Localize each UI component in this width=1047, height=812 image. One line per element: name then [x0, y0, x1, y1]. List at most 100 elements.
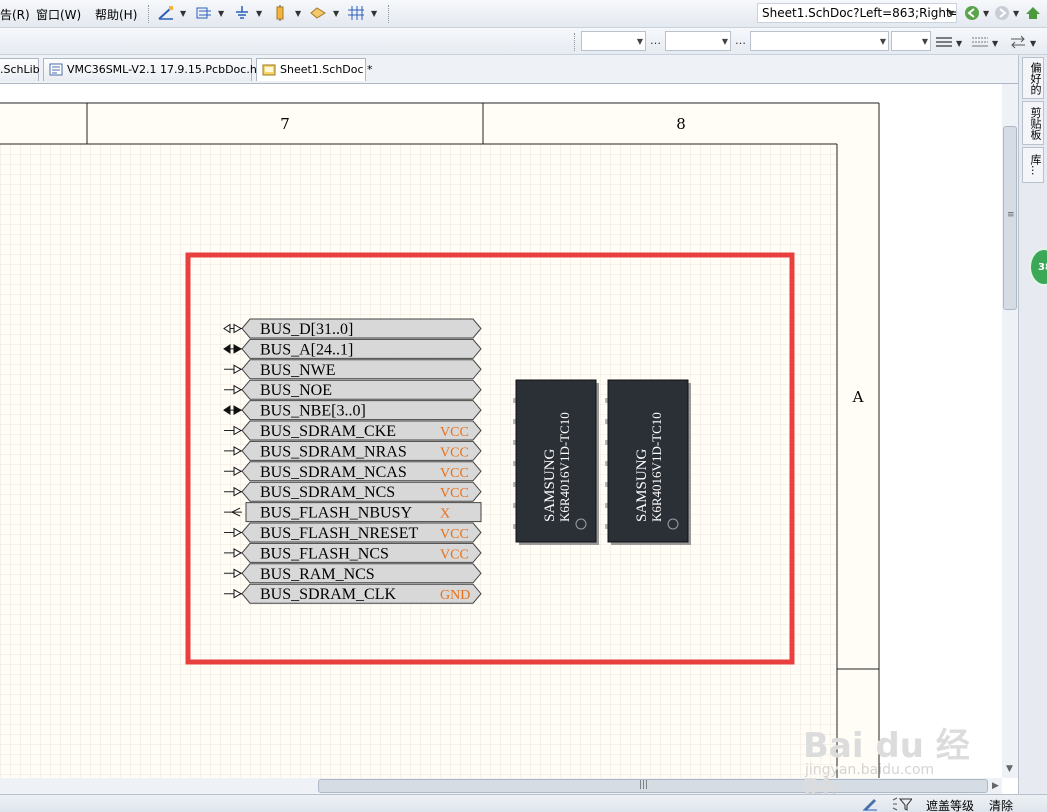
chevron-down-icon[interactable]: ▼: [180, 9, 186, 18]
bus-port-value: VCC: [440, 547, 469, 562]
font-combo[interactable]: ▼: [581, 31, 646, 51]
toolbar-separator: [574, 33, 575, 51]
scroll-grip-icon: |||: [639, 780, 649, 790]
menu-window[interactable]: 窗口(W): [36, 6, 81, 23]
chip-part-number: K6R4016V1D-TC10: [557, 412, 572, 522]
menu-help[interactable]: 帮助(H): [95, 6, 137, 23]
style-combo[interactable]: ▼: [750, 31, 889, 51]
edit-icon[interactable]: [860, 795, 880, 812]
menu-bar: 告(R) 窗口(W) 帮助(H) ▼ ▼ ▼ ▼ ▼ ▼ Sheet1.SchD…: [0, 0, 1047, 28]
side-tab-favorites[interactable]: 偏好的: [1022, 57, 1044, 99]
tab-sheet1-schdoc[interactable]: Sheet1.SchDoc *: [256, 58, 373, 81]
chip-maker: SAMSUNG: [542, 448, 558, 522]
chevron-down-icon[interactable]: ▼: [256, 9, 262, 18]
chevron-down-icon[interactable]: ▼: [333, 9, 339, 18]
bus-port-label: BUS_SDRAM_NRAS: [260, 443, 407, 460]
chip-part-number: K6R4016V1D-TC10: [649, 412, 664, 522]
bus-port[interactable]: BUS_SDRAM_NCAS VCC: [224, 461, 482, 482]
tab-label: VMC36SML-V2.1 17.9.15.PcbDoc.htm: [67, 63, 272, 76]
schematic-canvas[interactable]: 7 8 A BUS_D[31..0] BUS_A[24..1] BUS_NWE BUS…: [0, 84, 1018, 778]
back-icon[interactable]: [962, 4, 982, 22]
grid-icon[interactable]: [346, 4, 366, 22]
bus-port[interactable]: BUS_NBE[3..0]: [223, 400, 482, 421]
side-tab-clipboard[interactable]: 剪贴板: [1022, 101, 1044, 145]
chevron-down-icon[interactable]: ▼: [956, 39, 962, 48]
chevron-down-icon: ▼: [636, 37, 643, 46]
bus-port[interactable]: BUS_RAM_NCS: [224, 563, 482, 584]
chevron-down-icon[interactable]: ▼: [983, 9, 989, 18]
bus-port-value: VCC: [440, 466, 469, 481]
forward-icon[interactable]: [992, 4, 1012, 22]
bus-icon[interactable]: [194, 4, 214, 22]
net-label-icon[interactable]: [308, 4, 328, 22]
bus-port[interactable]: BUS_SDRAM_NCS VCC: [224, 481, 482, 502]
bus-port[interactable]: BUS_A[24..1]: [223, 338, 482, 359]
bus-port[interactable]: BUS_SDRAM_CKE VCC: [224, 420, 482, 441]
watermark-url: jingyan.baidu.com: [805, 762, 935, 778]
chevron-down-icon[interactable]: ▼: [948, 9, 954, 18]
wire-icon[interactable]: [156, 4, 176, 22]
bus-port[interactable]: BUS_SDRAM_NRAS VCC: [224, 440, 482, 461]
mask-level-button[interactable]: 遮盖等级: [926, 797, 974, 812]
tab-pcbdoc-htm[interactable]: VMC36SML-V2.1 17.9.15.PcbDoc.htm: [43, 58, 272, 81]
column-label-8: 8: [676, 115, 686, 133]
sheet-grid: [0, 144, 837, 778]
bus-port[interactable]: BUS_D[31..0]: [223, 318, 482, 339]
chevron-down-icon[interactable]: ▼: [295, 9, 301, 18]
schdoc-icon: [262, 64, 276, 76]
bus-port-label: BUS_SDRAM_CKE: [260, 423, 396, 440]
chip-maker: SAMSUNG: [634, 448, 650, 522]
chevron-down-icon: ▼: [879, 37, 886, 46]
document-tab-bar: .SchLib VMC36SML-V2.1 17.9.15.PcbDoc.htm…: [0, 55, 1018, 84]
more-icon[interactable]: …: [650, 34, 661, 47]
tab-schlib[interactable]: .SchLib: [0, 58, 40, 81]
chevron-down-icon[interactable]: ▼: [992, 39, 998, 48]
toolbar-separator: [148, 5, 149, 23]
watermark: Bai du 经验 jingyan.baidu.com: [803, 718, 993, 812]
scroll-down-arrow-icon[interactable]: ▼: [1006, 764, 1013, 774]
bus-port-label: BUS_SDRAM_CLK: [260, 586, 396, 603]
swap-arrows-icon[interactable]: [1008, 33, 1028, 51]
bus-port-label: BUS_NBE[3..0]: [260, 403, 366, 420]
tab-label: .SchLib: [0, 63, 40, 76]
chevron-down-icon[interactable]: ▼: [1030, 39, 1036, 48]
chevron-down-icon[interactable]: ▼: [1013, 9, 1019, 18]
status-bar: 遮盖等级 清除: [0, 794, 1047, 812]
bus-port[interactable]: BUS_SDRAM_CLK GND: [224, 583, 482, 604]
toolbar-separator: [388, 5, 389, 23]
side-tab-libraries[interactable]: 库...: [1022, 147, 1044, 183]
bus-port[interactable]: BUS_NWE: [224, 359, 482, 380]
chevron-down-icon[interactable]: ▼: [218, 9, 224, 18]
bus-port-value: VCC: [440, 445, 469, 460]
width-combo[interactable]: ▼: [891, 31, 931, 51]
bus-port[interactable]: BUS_FLASH_NBUSY X: [224, 502, 482, 523]
part-icon[interactable]: [270, 4, 290, 22]
bus-port-value: VCC: [440, 527, 469, 542]
clear-button[interactable]: 清除: [989, 797, 1013, 812]
sram-chip[interactable]: SAMSUNG K6R4016V1D-TC10: [605, 379, 691, 545]
bus-port-label: BUS_SDRAM_NCAS: [260, 464, 407, 481]
row-label-a: A: [852, 388, 864, 406]
more-icon[interactable]: …: [735, 34, 746, 47]
line-style-icon[interactable]: [934, 33, 954, 51]
html-doc-icon: [49, 63, 63, 76]
filter-icon[interactable]: [892, 795, 912, 812]
column-label-7: 7: [280, 115, 290, 133]
bus-port-value: GND: [440, 588, 470, 603]
bus-port-value: X: [440, 507, 450, 522]
address-field[interactable]: Sheet1.SchDoc?Left=863;Right=: [757, 3, 957, 23]
formatting-toolbar: ▼ … ▼ … ▼ ▼ ▼ ▼ ▼: [0, 28, 1047, 55]
scroll-right-arrow-icon[interactable]: ▶: [992, 781, 999, 791]
chevron-down-icon[interactable]: ▼: [371, 9, 377, 18]
ground-icon[interactable]: [232, 4, 252, 22]
bus-port[interactable]: BUS_FLASH_NCS VCC: [224, 542, 482, 563]
bus-port[interactable]: BUS_NOE: [224, 379, 482, 400]
sram-chip[interactable]: SAMSUNG K6R4016V1D-TC10: [513, 379, 599, 545]
size-combo[interactable]: ▼: [665, 31, 731, 51]
home-icon[interactable]: [1023, 4, 1043, 22]
schematic-sheet[interactable]: 7 8 A BUS_D[31..0] BUS_A[24..1] BUS_NWE BUS…: [0, 84, 1018, 778]
bus-port[interactable]: BUS_FLASH_NRESET VCC: [224, 522, 482, 543]
bus-port-label: BUS_NWE: [260, 362, 336, 379]
menu-report[interactable]: 告(R): [0, 6, 30, 23]
line-dash-icon[interactable]: [970, 33, 990, 51]
